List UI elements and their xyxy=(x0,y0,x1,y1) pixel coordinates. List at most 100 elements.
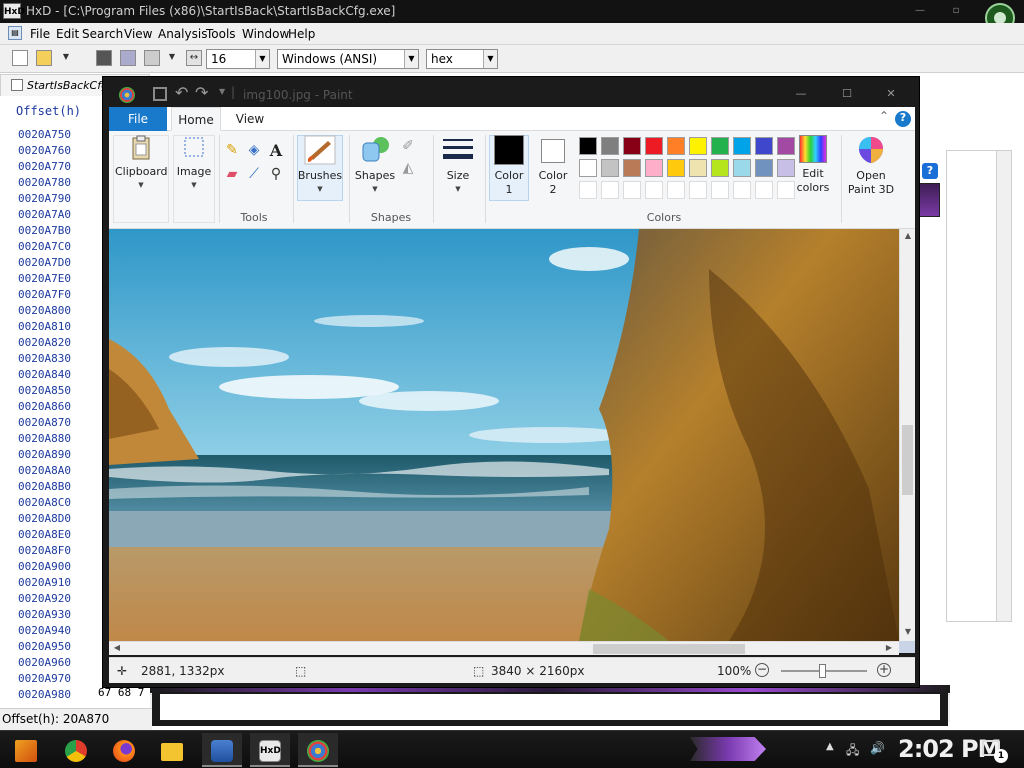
menu-tools[interactable]: Tools xyxy=(206,27,236,41)
display-mode-select[interactable]: hex ▼ xyxy=(426,49,498,69)
hxd-maximize-button[interactable]: ▫ xyxy=(942,4,970,18)
minimize-button[interactable]: — xyxy=(785,87,817,103)
ram-icon[interactable] xyxy=(120,50,136,66)
taskbar-file-explorer[interactable] xyxy=(152,733,192,767)
custom-color-slot[interactable] xyxy=(689,181,707,199)
custom-color-slot[interactable] xyxy=(645,181,663,199)
custom-color-slot[interactable] xyxy=(623,181,641,199)
palette-swatch[interactable] xyxy=(755,159,773,177)
new-file-icon[interactable] xyxy=(12,50,28,66)
paint-app-icon[interactable] xyxy=(119,87,135,103)
zoom-out-button[interactable]: − xyxy=(755,663,769,677)
redo-icon[interactable]: ↷ xyxy=(195,83,208,102)
color1-button[interactable]: Color 1 xyxy=(489,135,529,197)
palette-swatch[interactable] xyxy=(667,159,685,177)
palette-swatch[interactable] xyxy=(689,137,707,155)
palette-swatch[interactable] xyxy=(733,137,751,155)
palette-swatch[interactable] xyxy=(579,159,597,177)
help-icon[interactable]: ? xyxy=(922,163,938,179)
palette-swatch[interactable] xyxy=(689,159,707,177)
vertical-scroll-thumb[interactable] xyxy=(902,425,913,495)
custom-color-slot[interactable] xyxy=(667,181,685,199)
chevron-down-icon[interactable]: ▼ xyxy=(164,50,180,66)
palette-swatch[interactable] xyxy=(711,137,729,155)
palette-swatch[interactable] xyxy=(623,137,641,155)
close-button[interactable]: ✕ xyxy=(875,87,907,103)
clipboard-button[interactable]: Clipboard ▼ xyxy=(115,135,168,189)
tab-view[interactable]: View xyxy=(229,107,271,131)
outline-icon[interactable]: ✐ xyxy=(399,137,417,155)
color-picker-icon[interactable]: ⟋ xyxy=(245,165,263,183)
palette-swatch[interactable] xyxy=(645,159,663,177)
scroll-right-icon[interactable]: ▶ xyxy=(883,643,895,655)
maximize-button[interactable]: ☐ xyxy=(831,87,863,103)
menu-window[interactable]: Window xyxy=(242,27,289,41)
custom-color-slot[interactable] xyxy=(579,181,597,199)
taskbar-app[interactable] xyxy=(202,733,242,767)
taskbar-chrome[interactable] xyxy=(56,733,96,767)
disk-icon[interactable] xyxy=(144,50,160,66)
undo-icon[interactable]: ↶ xyxy=(175,83,188,102)
custom-color-slot[interactable] xyxy=(733,181,751,199)
custom-color-slot[interactable] xyxy=(601,181,619,199)
canvas-vertical-scrollbar[interactable]: ▲ ▼ xyxy=(899,229,915,641)
customize-toolbar-icon[interactable]: ▼ xyxy=(219,87,225,96)
palette-swatch[interactable] xyxy=(645,137,663,155)
scroll-up-icon[interactable]: ▲ xyxy=(902,231,914,243)
scroll-down-icon[interactable]: ▼ xyxy=(902,627,914,639)
zoom-slider[interactable] xyxy=(781,664,867,678)
open-paint3d-button[interactable]: Open Paint 3D xyxy=(845,135,897,197)
tab-file[interactable]: File xyxy=(109,107,167,131)
hxd-minimize-button[interactable]: — xyxy=(906,4,934,18)
custom-color-slot[interactable] xyxy=(755,181,773,199)
fill-icon[interactable]: ◈ xyxy=(245,141,263,159)
text-icon[interactable]: A xyxy=(267,141,285,160)
pencil-icon[interactable]: ✎ xyxy=(223,141,241,159)
magnifier-icon[interactable]: ⚲ xyxy=(267,165,285,183)
hxd-vertical-scrollbar[interactable] xyxy=(996,150,1012,622)
palette-swatch[interactable] xyxy=(601,159,619,177)
palette-swatch[interactable] xyxy=(733,159,751,177)
show-hidden-icons-icon[interactable]: ▲ xyxy=(826,741,834,752)
edit-colors-button[interactable]: Edit colors xyxy=(791,135,835,195)
canvas-horizontal-scrollbar[interactable]: ◀ ▶ xyxy=(109,641,899,655)
menu-search[interactable]: Search xyxy=(82,27,123,41)
network-icon[interactable]: 🖧 xyxy=(846,741,859,762)
menu-edit[interactable]: Edit xyxy=(56,27,79,41)
chevron-down-icon[interactable]: ▼ xyxy=(483,50,497,68)
save-icon[interactable] xyxy=(96,50,112,66)
help-icon[interactable]: ? xyxy=(895,111,911,127)
save-icon[interactable] xyxy=(153,87,167,101)
canvas-image[interactable] xyxy=(109,229,899,641)
palette-swatch[interactable] xyxy=(579,137,597,155)
shapes-button[interactable]: Shapes ▼ xyxy=(353,135,397,193)
canvas-area[interactable]: ▲ ▼ ◀ ▶ xyxy=(109,229,915,655)
charset-select[interactable]: Windows (ANSI) ▼ xyxy=(277,49,419,69)
start-button[interactable] xyxy=(6,733,46,767)
shape-fill-icon[interactable]: ◭ xyxy=(399,159,417,177)
image-button[interactable]: Image ▼ xyxy=(173,135,215,189)
collapse-ribbon-icon[interactable]: ⌃ xyxy=(879,109,889,123)
brushes-button[interactable]: Brushes ▼ xyxy=(297,135,343,193)
bytes-per-row-select[interactable]: 16 ▼ xyxy=(206,49,270,69)
horizontal-scroll-thumb[interactable] xyxy=(593,644,745,654)
taskbar-firefox[interactable] xyxy=(104,733,144,767)
menu-view[interactable]: View xyxy=(124,27,152,41)
custom-color-slot[interactable] xyxy=(711,181,729,199)
tab-home[interactable]: Home xyxy=(171,107,221,131)
volume-icon[interactable]: 🔊 xyxy=(870,741,885,755)
color2-button[interactable]: Color 2 xyxy=(533,135,573,197)
eraser-icon[interactable]: ▰ xyxy=(223,165,241,183)
scroll-left-icon[interactable]: ◀ xyxy=(111,643,123,655)
zoom-slider-thumb[interactable] xyxy=(819,664,826,678)
menu-help[interactable]: Help xyxy=(288,27,315,41)
palette-swatch[interactable] xyxy=(711,159,729,177)
palette-swatch[interactable] xyxy=(755,137,773,155)
taskbar-hxd[interactable]: HxD xyxy=(250,733,290,767)
hxd-doc-icon[interactable]: ▤ xyxy=(8,26,22,40)
chevron-down-icon[interactable]: ▼ xyxy=(58,50,74,66)
chevron-down-icon[interactable]: ▼ xyxy=(404,50,418,68)
size-button[interactable]: Size ▼ xyxy=(437,135,479,193)
taskbar-paint[interactable] xyxy=(298,733,338,767)
zoom-in-button[interactable]: + xyxy=(877,663,891,677)
